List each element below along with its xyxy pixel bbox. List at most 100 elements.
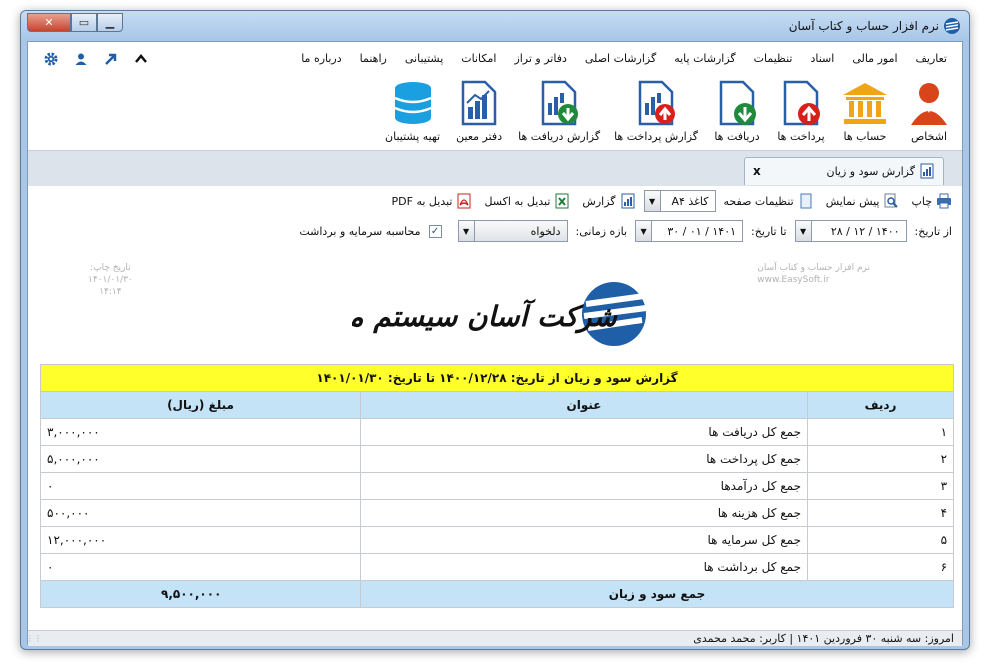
pdf-label: تبدیل به PDF <box>391 194 453 208</box>
close-button[interactable]: ✕ <box>27 13 71 32</box>
range-value: دلخواه <box>530 224 561 238</box>
report-header-row: ردیف عنوان مبلغ (ریال) <box>39 391 955 419</box>
ribbon-button[interactable]: گزارش دریافت ها <box>514 78 604 143</box>
bank-icon <box>840 78 890 128</box>
table-row: ۱ جمع کل دریافت ها ۳,۰۰۰,۰۰۰ <box>39 418 955 446</box>
preview-label: پیش نمایش <box>825 194 880 208</box>
table-row: ۳ جمع کل درآمدها ۰ <box>39 472 955 500</box>
chevron-down-icon[interactable]: ▼ <box>636 221 653 241</box>
ribbon-button[interactable]: گزارش پرداخت ها <box>610 78 702 143</box>
menu-item[interactable]: پشتیبانی <box>396 52 452 65</box>
printer-icon <box>936 193 952 209</box>
print-time-value: ۱۴:۱۴ <box>99 287 122 297</box>
gear-icon[interactable] <box>42 50 60 68</box>
status-bar: امروز: سه شنبه ۳۰ فروردین ۱۴۰۱ | کاربر: … <box>26 630 962 646</box>
from-date-value: ۱۴۰۰ / ۱۲ / ۲۸ <box>830 224 900 238</box>
row-title-cell: جمع کل هزینه ها <box>360 499 809 527</box>
header-title: عنوان <box>360 391 809 419</box>
user-icon[interactable] <box>72 50 90 68</box>
ribbon-button[interactable]: تهیه پشتیبان <box>381 78 444 143</box>
ribbon-label: حساب ها <box>843 130 887 143</box>
row-amount-cell: ۳,۰۰۰,۰۰۰ <box>39 418 362 446</box>
row-amount-cell: ۵,۰۰۰,۰۰۰ <box>39 445 362 473</box>
database-icon <box>388 78 438 128</box>
tab-profit-loss[interactable]: گزارش سود و زیان x <box>744 157 944 185</box>
row-title-cell: جمع کل پرداخت ها <box>360 445 809 473</box>
tab-close-button[interactable]: x <box>753 164 761 178</box>
row-title-cell: جمع کل برداشت ها <box>360 553 809 581</box>
report-title-row: گزارش سود و زیان از تاریخ: ۱۴۰۰/۱۲/۲۸ تا… <box>39 364 955 392</box>
menu-item[interactable]: امکانات <box>452 52 505 65</box>
menu-item[interactable]: گزارشات پایه <box>665 52 744 65</box>
report-total-row: جمع سود و زیان ۹,۵۰۰,۰۰۰ <box>39 580 955 608</box>
doc-download-icon <box>712 78 762 128</box>
capital-label: محاسبه سرمایه و برداشت <box>299 224 421 238</box>
row-title-cell: جمع کل دریافت ها <box>360 418 809 446</box>
from-date-picker[interactable]: ۱۴۰۰ / ۱۲ / ۲۸ ▼ <box>794 220 907 242</box>
ribbon-button[interactable]: دفتر معین <box>450 78 508 143</box>
page-icon <box>798 193 814 209</box>
to-date-picker[interactable]: ۱۴۰۱ / ۰۱ / ۳۰ ▼ <box>635 220 744 242</box>
page-settings-button[interactable]: تنظیمات صفحه <box>720 191 818 211</box>
excel-icon <box>554 193 570 209</box>
resize-grip-icon[interactable]: ⋮⋮ <box>26 634 42 644</box>
row-number-cell: ۳ <box>807 472 955 500</box>
report-icon <box>920 163 934 179</box>
menu-item[interactable]: دفاتر و تراز <box>505 52 575 65</box>
print-button[interactable]: چاپ <box>907 191 956 211</box>
range-select[interactable]: دلخواه ▼ <box>457 220 568 242</box>
pdf-icon <box>456 193 472 209</box>
magnifier-doc-icon <box>883 193 899 209</box>
menu-item[interactable]: تنظیمات <box>745 52 802 65</box>
export-pdf-button[interactable]: تبدیل به PDF <box>388 191 477 211</box>
chevron-down-icon[interactable]: ▼ <box>644 191 661 211</box>
menu-item[interactable]: تعاریف <box>907 52 956 65</box>
export-excel-button[interactable]: تبدیل به اکسل <box>480 191 574 211</box>
table-row: ۲ جمع کل پرداخت ها ۵,۰۰۰,۰۰۰ <box>39 445 955 473</box>
app-website-text: www.EasySoft.ir <box>757 275 830 285</box>
ribbon-button[interactable]: پرداخت ها <box>772 78 830 143</box>
menu-item[interactable]: راهنما <box>351 52 396 65</box>
arrow-up-right-icon[interactable] <box>102 50 120 68</box>
window-title: نرم افزار حساب و کتاب آسان <box>788 19 939 33</box>
total-amount: ۹,۵۰۰,۰۰۰ <box>39 580 362 608</box>
to-date-label: تا تاریخ: <box>751 224 787 238</box>
ribbon-label: دفتر معین <box>456 130 503 143</box>
ribbon-button[interactable]: دریافت ها <box>708 78 766 143</box>
menu-item[interactable]: درباره ما <box>292 52 350 65</box>
chevron-down-icon[interactable]: ▼ <box>795 221 812 241</box>
menu-item[interactable]: اسناد <box>801 52 843 65</box>
header-amount: مبلغ (ریال) <box>39 391 362 419</box>
person-icon <box>904 78 954 128</box>
title-bar[interactable]: نرم افزار حساب و کتاب آسان ✕ ▭ ▁ <box>21 11 969 41</box>
ribbon-button[interactable]: حساب ها <box>836 78 894 143</box>
status-text: امروز: سه شنبه ۳۰ فروردین ۱۴۰۱ | کاربر: … <box>693 632 954 645</box>
menu-item[interactable]: امور مالی <box>843 52 906 65</box>
minimize-button[interactable]: ▁ <box>97 13 123 32</box>
doc-upload-icon <box>776 78 826 128</box>
row-number-cell: ۴ <box>807 499 955 527</box>
preview-button[interactable]: پیش نمایش <box>822 191 904 211</box>
document-tabs: گزارش سود و زیان x <box>28 150 962 186</box>
maximize-button[interactable]: ▭ <box>71 13 97 32</box>
report-button[interactable]: گزارش <box>578 191 639 211</box>
print-date-value: ۱۴۰۱/۰۱/۳۰ <box>88 275 133 285</box>
chevron-up-icon[interactable] <box>132 50 150 68</box>
from-date-label: از تاریخ: <box>914 224 952 238</box>
capital-checkbox[interactable]: ✓ <box>428 224 442 238</box>
row-amount-cell: ۰ <box>39 472 362 500</box>
app-logo-icon <box>944 18 960 34</box>
range-label: بازه زمانی: <box>575 224 628 238</box>
chevron-down-icon[interactable]: ▼ <box>458 221 475 241</box>
app-info: نرم افزار حساب و کتاب آسان www.EasySoft.… <box>757 262 870 286</box>
company-emblem-icon: شرکت آسان سیستم مینا <box>323 282 647 346</box>
to-date-value: ۱۴۰۱ / ۰۱ / ۳۰ <box>667 224 737 238</box>
menu-item[interactable]: گزارشات اصلی <box>576 52 665 65</box>
report-label: گزارش <box>582 194 616 208</box>
paper-size-select[interactable]: کاغذ A۴ ▼ <box>643 190 716 212</box>
quick-access <box>42 50 150 68</box>
ribbon-label: گزارش دریافت ها <box>518 130 601 143</box>
row-title-cell: جمع کل درآمدها <box>360 472 809 500</box>
ribbon-button[interactable]: اشخاص <box>900 78 958 143</box>
total-label: جمع سود و زیان <box>360 580 955 608</box>
